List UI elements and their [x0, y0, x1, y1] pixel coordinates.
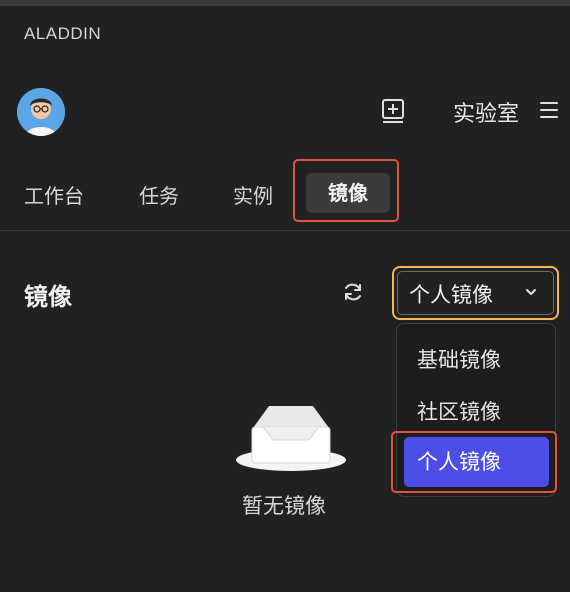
brand-label: ALADDIN [24, 24, 102, 43]
tab-instances[interactable]: 实例 [233, 180, 273, 209]
tab-workbench[interactable]: 工作台 [24, 180, 84, 209]
image-type-select[interactable]: 个人镜像 [392, 266, 559, 320]
lab-link[interactable]: 实验室 [453, 96, 519, 128]
section-title: 镜像 [24, 283, 72, 311]
empty-state-text: 暂无镜像 [242, 494, 326, 518]
option-basic-images[interactable]: 基础镜像 [417, 344, 501, 374]
option-community-images[interactable]: 社区镜像 [417, 396, 501, 426]
menu-icon[interactable] [540, 102, 558, 118]
select-value: 个人镜像 [409, 283, 493, 307]
refresh-icon[interactable] [341, 280, 365, 304]
add-box-icon[interactable] [380, 98, 406, 124]
empty-inbox-icon [235, 402, 347, 474]
chevron-down-icon [524, 284, 538, 298]
tab-bar: 工作台 任务 实例 镜像 [0, 160, 570, 231]
option-highlight-box [391, 431, 557, 493]
tab-tasks[interactable]: 任务 [139, 180, 179, 209]
avatar[interactable] [17, 88, 65, 136]
top-strip [0, 0, 570, 6]
tab-highlight-box [293, 159, 399, 222]
